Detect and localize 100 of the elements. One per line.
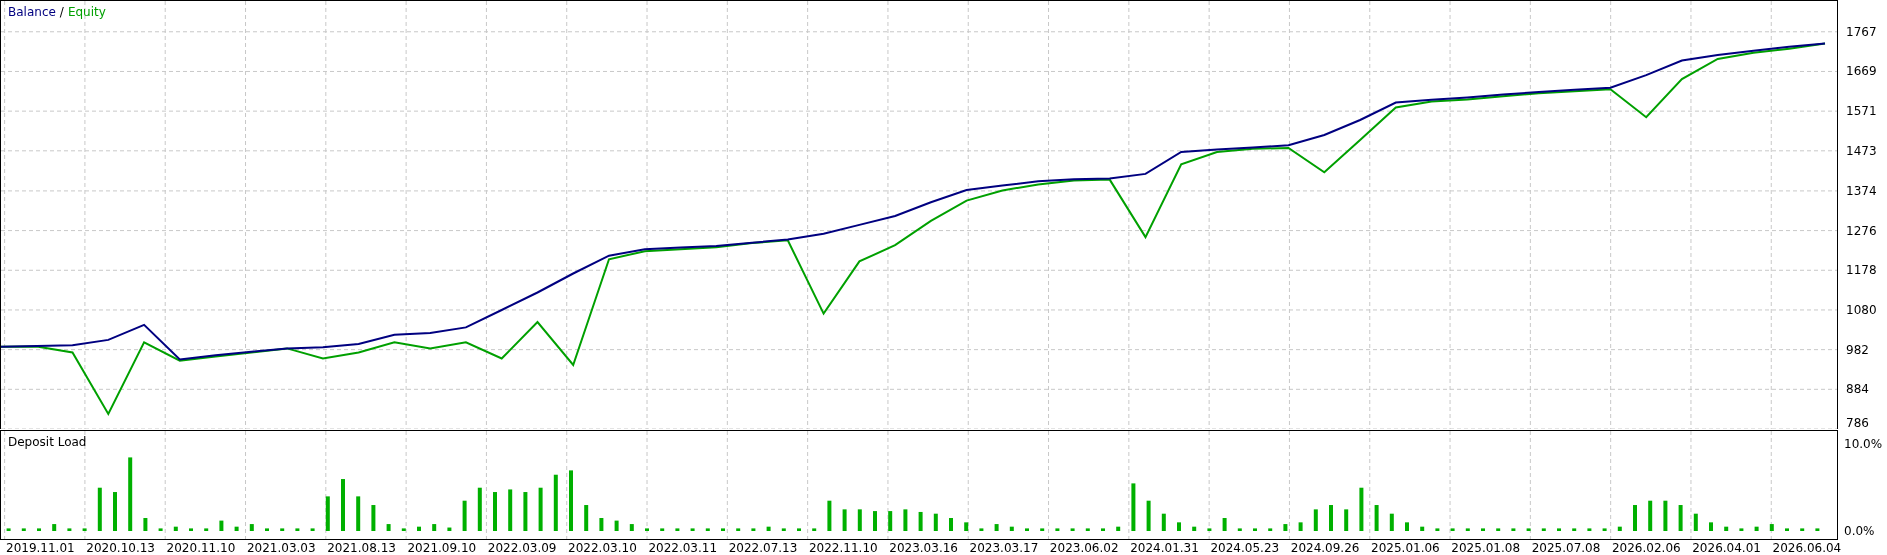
- axis-tick-label: 1178: [1846, 263, 1877, 278]
- date-label: 2024.05.23: [1210, 541, 1280, 555]
- load-bar: [1192, 526, 1197, 532]
- load-bar: [401, 528, 406, 532]
- load-bar: [690, 528, 695, 532]
- load-bar: [265, 528, 269, 532]
- load-bar: [234, 526, 239, 532]
- load-bar: [933, 513, 938, 532]
- load-bar: [37, 528, 41, 532]
- load-bar: [751, 528, 756, 532]
- load-bar: [918, 512, 923, 532]
- load-bar: [599, 518, 604, 532]
- load-bar: [736, 528, 741, 532]
- load-bar: [1709, 522, 1713, 532]
- load-bar: [1298, 522, 1303, 532]
- load-bar: [766, 526, 771, 532]
- load-bar: [1815, 528, 1820, 532]
- load-bar: [219, 520, 224, 532]
- load-bar: [1648, 500, 1653, 532]
- load-bar: [1724, 526, 1729, 532]
- load-bar: [888, 511, 893, 532]
- load-bar: [295, 528, 300, 532]
- date-label: 2023.06.02: [1049, 541, 1119, 555]
- load-bar: [67, 528, 72, 532]
- load-bar: [1496, 528, 1501, 532]
- date-label: 2022.03.11: [648, 541, 718, 555]
- load-bar: [645, 528, 649, 532]
- load-bar: [1344, 509, 1349, 532]
- load-bar: [614, 520, 619, 532]
- load-bar: [477, 487, 482, 532]
- date-label: 2020.11.10: [166, 541, 236, 555]
- date-label: 2023.03.17: [969, 541, 1039, 555]
- axis-tick-label: 1669: [1846, 64, 1877, 79]
- load-bar: [249, 524, 254, 532]
- load-bar: [508, 489, 513, 532]
- date-label: 2021.09.10: [407, 541, 477, 555]
- load-bar: [1450, 528, 1455, 532]
- load-bar: [82, 528, 87, 532]
- load-bar: [1025, 528, 1029, 532]
- date-label: 2020.10.13: [86, 541, 155, 555]
- load-bar: [873, 511, 877, 532]
- date-label: 2025.01.06: [1371, 541, 1440, 555]
- load-bar: [6, 528, 11, 532]
- load-bar: [584, 505, 589, 532]
- load-bar: [1541, 528, 1546, 532]
- load-bar: [1177, 522, 1181, 532]
- load-bar: [97, 487, 102, 532]
- legend-label: Equity: [67, 5, 106, 19]
- load-bar: [1253, 528, 1257, 532]
- load-bar: [1678, 505, 1683, 532]
- load-bar: [1070, 528, 1075, 532]
- load-bar: [1389, 513, 1394, 532]
- load-bar: [1754, 526, 1759, 532]
- load-bar: [1739, 528, 1744, 532]
- date-label: 2023.03.16: [889, 541, 958, 555]
- load-bar: [325, 496, 330, 532]
- chart-title: Deposit Load: [8, 435, 87, 450]
- load-bar: [842, 509, 847, 532]
- load-bar: [553, 474, 558, 532]
- load-bar: [1009, 526, 1014, 532]
- date-label: 2026.02.06: [1611, 541, 1681, 555]
- axis-tick-label: 884: [1846, 382, 1869, 397]
- load-bar: [1146, 500, 1151, 532]
- load-bar: [660, 528, 665, 532]
- load-bar: [569, 470, 573, 532]
- load-bar: [994, 524, 999, 532]
- axis-tick-label: 786: [1846, 416, 1869, 430]
- load-bar: [1222, 518, 1227, 532]
- date-label: 2022.03.09: [487, 541, 557, 555]
- load-bar: [1785, 528, 1789, 532]
- load-bar: [189, 528, 193, 532]
- load-bar: [432, 524, 437, 532]
- axis-tick-label: 10.0%: [1844, 437, 1883, 452]
- load-bar: [1511, 528, 1516, 532]
- load-bar: [705, 528, 710, 532]
- load-bar: [1617, 526, 1622, 532]
- load-bar: [1359, 487, 1364, 532]
- load-bar: [280, 528, 285, 532]
- legend-label: Balance: [8, 5, 56, 19]
- load-bar: [356, 496, 361, 532]
- load-bar: [310, 528, 315, 532]
- load-bar: [493, 492, 497, 532]
- load-bar: [1587, 528, 1592, 532]
- load-bar: [1602, 528, 1607, 532]
- date-label: 2022.11.10: [808, 541, 878, 555]
- load-bar: [1526, 528, 1531, 532]
- load-bar: [204, 528, 209, 532]
- load-bar: [386, 524, 391, 532]
- load-bar: [143, 518, 148, 532]
- load-bar: [1633, 505, 1637, 532]
- date-label: 2024.09.26: [1290, 541, 1360, 555]
- load-bar: [1769, 524, 1774, 532]
- load-bar: [1329, 505, 1333, 532]
- load-bar: [797, 528, 801, 532]
- axis-tick-label: 1276: [1846, 223, 1877, 238]
- date-label: 2022.07.13: [728, 541, 798, 555]
- date-label: 2022.03.10: [568, 541, 637, 555]
- load-bar: [1207, 528, 1212, 532]
- load-bar: [1040, 528, 1045, 532]
- load-bar: [1085, 528, 1090, 532]
